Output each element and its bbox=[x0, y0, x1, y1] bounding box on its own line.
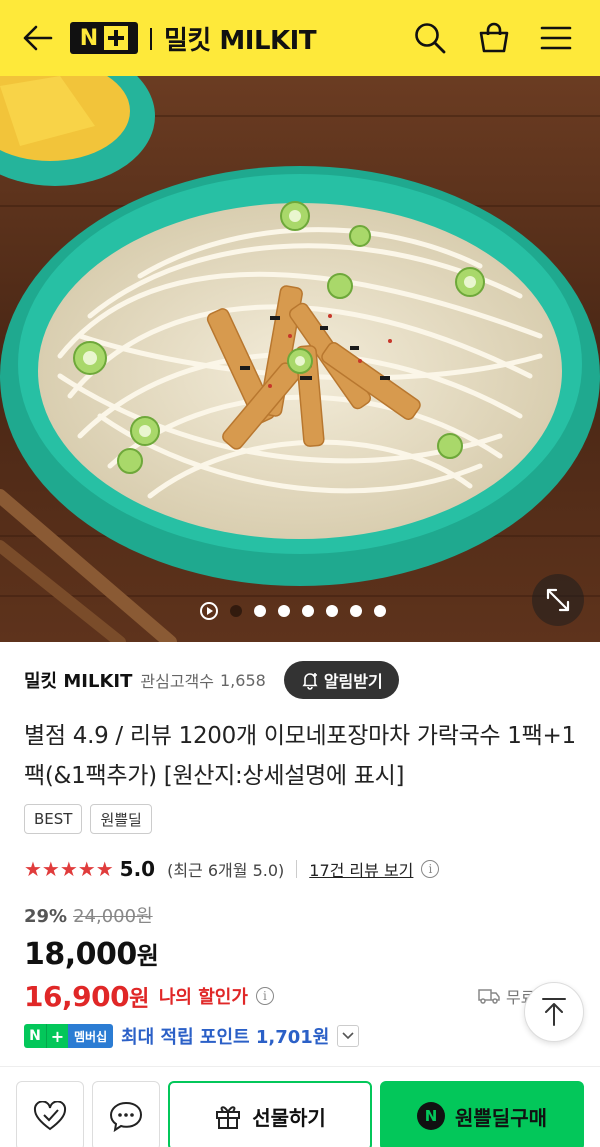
store-title[interactable]: 밀킷 MILKIT bbox=[164, 20, 317, 57]
bell-plus-icon bbox=[302, 673, 318, 690]
scroll-to-top-button[interactable] bbox=[524, 982, 584, 1042]
my-price-unit: 원 bbox=[129, 986, 149, 1012]
naver-plus-logo[interactable]: N bbox=[70, 22, 138, 54]
menu-icon[interactable] bbox=[536, 18, 576, 58]
star-rating-icon: ★★★★★ bbox=[24, 857, 114, 881]
arrow-up-icon bbox=[542, 998, 566, 1026]
discount-rate: 29% bbox=[24, 906, 68, 927]
discount-row: 29% 24,000원 bbox=[24, 902, 153, 928]
membership-label: 멤버십 bbox=[68, 1024, 114, 1048]
my-discount-label: 나의 할인가 bbox=[158, 987, 248, 1008]
info-icon[interactable]: i bbox=[421, 860, 440, 878]
buy-button[interactable]: N 원쁠딜구매 bbox=[380, 1081, 584, 1147]
carousel-pager bbox=[200, 602, 386, 620]
wishlist-button[interactable] bbox=[16, 1081, 84, 1147]
membership-points-row[interactable]: N + 멤버십 최대 적립 포인트 1,701원 bbox=[24, 1022, 360, 1050]
follower-count: 1,658 bbox=[220, 670, 266, 690]
logo-n-letter: N bbox=[79, 25, 99, 51]
talk-talk-button[interactable] bbox=[92, 1081, 160, 1147]
follower-label: 관심고객수 bbox=[140, 672, 214, 691]
chevron-down-icon[interactable] bbox=[337, 1025, 360, 1047]
notification-subscribe-button[interactable]: 알림받기 bbox=[283, 661, 399, 699]
gift-button[interactable]: 선물하기 bbox=[168, 1081, 372, 1147]
recent-rating: (최근 6개월 5.0) bbox=[167, 861, 285, 880]
info-icon[interactable]: i bbox=[255, 987, 274, 1005]
badge-best: BEST bbox=[24, 804, 83, 834]
product-badges: BEST 원쁠딜 bbox=[24, 804, 152, 834]
review-link[interactable]: 17건 리뷰 보기 bbox=[309, 857, 413, 881]
shopping-bag-icon[interactable] bbox=[474, 18, 514, 58]
play-icon[interactable] bbox=[200, 602, 218, 620]
max-points-text: 최대 적립 포인트 1,701원 bbox=[121, 1027, 330, 1048]
search-icon[interactable] bbox=[410, 18, 450, 58]
plus-icon bbox=[104, 26, 129, 50]
pager-dot[interactable] bbox=[230, 605, 242, 617]
product-title: 별점 4.9 / 리뷰 1200개 이모네포장마차 가락국수 1팩+1팩(&1팩… bbox=[24, 723, 576, 789]
gift-icon bbox=[216, 1106, 241, 1129]
sale-price-amount: 18,000 bbox=[24, 937, 137, 972]
sale-price-unit: 원 bbox=[136, 942, 159, 970]
pager-dot[interactable] bbox=[254, 605, 266, 617]
header-divider bbox=[150, 28, 152, 50]
rating-row: ★★★★★ 5.0 (최근 6개월 5.0) 17건 리뷰 보기 i bbox=[24, 852, 440, 886]
seller-name[interactable]: 밀킷 MILKIT bbox=[24, 667, 132, 693]
back-arrow-icon[interactable] bbox=[18, 20, 58, 56]
pager-dot[interactable] bbox=[302, 605, 314, 617]
heart-check-icon bbox=[33, 1101, 67, 1131]
my-discount-price: 16,900원 bbox=[24, 980, 149, 1013]
naver-plus-membership-badge: N + 멤버십 bbox=[24, 1024, 114, 1048]
chat-bubble-icon bbox=[109, 1101, 143, 1132]
buy-button-label: 원쁠딜구매 bbox=[455, 1105, 547, 1130]
membership-plus: + bbox=[46, 1024, 68, 1048]
gift-button-label: 선물하기 bbox=[252, 1105, 326, 1130]
badge-one-plus-deal: 원쁠딜 bbox=[90, 804, 152, 834]
top-app-bar: N 밀킷 MILKIT bbox=[0, 0, 600, 76]
pager-dot[interactable] bbox=[350, 605, 362, 617]
seller-row: 밀킷 MILKIT 관심고객수 1,658 알림받기 bbox=[24, 660, 399, 700]
membership-n: N bbox=[24, 1024, 46, 1048]
truck-icon bbox=[478, 989, 500, 1004]
rating-divider bbox=[296, 860, 298, 878]
original-price: 24,000원 bbox=[73, 906, 153, 927]
expand-icon[interactable] bbox=[532, 574, 584, 626]
alert-button-label: 알림받기 bbox=[323, 672, 383, 691]
pager-dot[interactable] bbox=[374, 605, 386, 617]
sale-price: 18,000원 bbox=[24, 936, 159, 972]
product-image-carousel[interactable] bbox=[0, 76, 600, 642]
naver-pay-icon: N bbox=[417, 1102, 445, 1130]
bottom-action-bar: 선물하기 N 원쁠딜구매 bbox=[0, 1066, 600, 1147]
pager-dot[interactable] bbox=[278, 605, 290, 617]
rating-value: 5.0 bbox=[119, 857, 156, 881]
noodle-bowl-photo bbox=[0, 76, 600, 642]
my-price-amount: 16,900 bbox=[24, 979, 130, 1013]
my-discount-price-row: 16,900원 나의 할인가 i bbox=[24, 976, 274, 1016]
pager-dot[interactable] bbox=[326, 605, 338, 617]
